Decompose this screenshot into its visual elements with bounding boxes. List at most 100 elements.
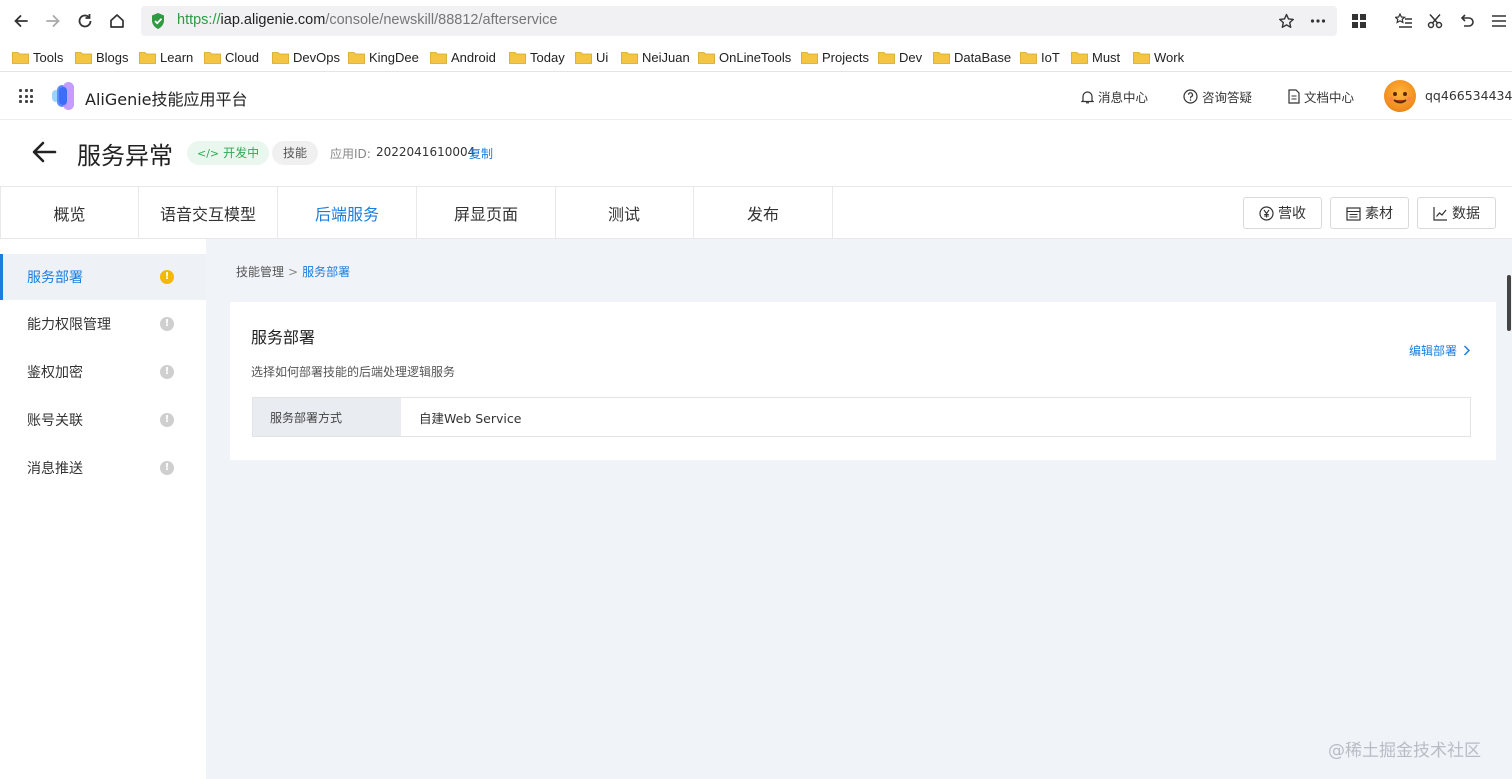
bookmark-item[interactable]: Ui (575, 48, 608, 66)
sidebar-item-label: 消息推送 (27, 461, 83, 477)
folder-icon (75, 51, 92, 64)
edit-deploy-link[interactable]: 编辑部署 (1409, 342, 1471, 359)
sidebar-item-push[interactable]: 消息推送 ! (0, 445, 206, 491)
reload-icon[interactable] (74, 10, 96, 32)
bookmark-label: Must (1092, 49, 1121, 65)
card-description: 选择如何部署技能的后端处理逻辑服务 (251, 365, 456, 379)
sidebar-item-service-deploy[interactable]: 服务部署 ! (0, 254, 206, 300)
deploy-method-value: 自建Web Service (419, 410, 522, 426)
app-title[interactable]: AliGenie技能应用平台 (85, 86, 248, 110)
bookmark-item[interactable]: KingDee (348, 48, 419, 66)
status-badge-label: 开发中 (223, 146, 260, 160)
folder-icon (575, 51, 592, 64)
sidebar-item-auth-encryption[interactable]: 鉴权加密 ! (0, 349, 206, 395)
main-content: 技能管理 > 服务部署 服务部署 选择如何部署技能的后端处理逻辑服务 编辑部署 … (206, 239, 1512, 779)
revenue-button[interactable]: 营收 (1243, 197, 1322, 229)
tab-screen-pages[interactable]: 屏显页面 (417, 187, 556, 239)
arrow-left-icon[interactable] (30, 138, 58, 166)
folder-icon (878, 51, 895, 64)
tab-backend-service[interactable]: 后端服务 (278, 187, 417, 239)
forward-icon[interactable] (42, 10, 64, 32)
help-link[interactable]: 咨询答疑 (1183, 87, 1252, 106)
page-title: 服务异常 (77, 142, 173, 170)
bookmark-label: Dev (899, 49, 923, 65)
browser-toolbar: https://iap.aligenie.com/console/newskil… (0, 0, 1512, 42)
bookmark-item[interactable]: NeiJuan (621, 48, 690, 66)
star-icon[interactable] (1275, 10, 1297, 32)
bookmark-item[interactable]: Dev (878, 48, 922, 66)
tab-test[interactable]: 测试 (555, 187, 694, 239)
sidebar-item-permissions[interactable]: 能力权限管理 ! (0, 301, 206, 347)
copy-link[interactable]: 复制 (469, 145, 493, 162)
data-button[interactable]: 数据 (1417, 197, 1496, 229)
sidebar-item-account-linking[interactable]: 账号关联 ! (0, 397, 206, 443)
tab-voice-model[interactable]: 语音交互模型 (139, 187, 278, 239)
materials-button[interactable]: 素材 (1330, 197, 1409, 229)
tab-bar: 概览 语音交互模型 后端服务 屏显页面 测试 发布 营收 素材 数据 (0, 186, 1512, 239)
bookmark-item[interactable]: Must (1071, 48, 1120, 66)
bookmark-label: Today (530, 49, 565, 65)
info-icon: ! (160, 317, 174, 331)
bookmark-label: KingDee (369, 49, 419, 65)
app-switcher-icon[interactable] (19, 89, 33, 103)
docs-link[interactable]: 文档中心 (1288, 87, 1354, 106)
bookmark-item[interactable]: DevOps (272, 48, 340, 66)
undo-icon[interactable] (1456, 10, 1478, 32)
bookmark-item[interactable]: Work (1133, 48, 1184, 66)
favorites-list-icon[interactable] (1393, 10, 1415, 32)
app-id-value: 2022041610004 (376, 145, 476, 159)
question-circle-icon (1183, 89, 1198, 104)
app-id-label: 应用ID: (330, 147, 371, 161)
apps-grid-icon[interactable] (1348, 10, 1370, 32)
bell-icon (1081, 90, 1094, 103)
folder-icon (1071, 51, 1088, 64)
folder-icon (801, 51, 818, 64)
help-label: 咨询答疑 (1202, 90, 1253, 105)
address-bar[interactable]: https://iap.aligenie.com/console/newskil… (141, 6, 1337, 36)
back-icon[interactable] (10, 10, 32, 32)
code-icon: </> (197, 147, 220, 160)
bookmark-item[interactable]: DataBase (933, 48, 1011, 66)
deploy-method-label: 服务部署方式 (253, 398, 401, 436)
username[interactable]: qq466534434 (1425, 88, 1512, 103)
folder-icon (698, 51, 715, 64)
breadcrumb-current: 服务部署 (302, 265, 351, 279)
sidebar-item-label: 账号关联 (27, 413, 83, 429)
avatar[interactable] (1384, 80, 1416, 112)
folder-icon (509, 51, 526, 64)
bookmark-item[interactable]: Android (430, 48, 496, 66)
folder-icon (621, 51, 638, 64)
menu-icon[interactable] (1488, 10, 1510, 32)
status-badge: </> 开发中 (187, 141, 270, 165)
bookmark-item[interactable]: Tools (12, 48, 63, 66)
bookmark-label: Learn (160, 49, 194, 65)
bookmark-label: Projects (822, 49, 869, 65)
more-icon[interactable] (1307, 10, 1329, 32)
revenue-label: 营收 (1278, 206, 1306, 222)
sidebar-item-label: 鉴权加密 (27, 365, 83, 381)
type-badge: 技能 (272, 141, 319, 165)
sidebar-item-label: 能力权限管理 (27, 317, 111, 333)
bookmark-label: NeiJuan (642, 49, 690, 65)
bookmark-item[interactable]: Projects (801, 48, 869, 66)
bookmark-item[interactable]: Learn (139, 48, 193, 66)
sidebar: 服务部署 ! 能力权限管理 ! 鉴权加密 ! 账号关联 ! 消息推送 ! (0, 239, 206, 779)
info-icon: ! (160, 365, 174, 379)
bookmark-item[interactable]: Blogs (75, 48, 129, 66)
document-icon (1288, 89, 1300, 104)
scrollbar[interactable] (1507, 275, 1511, 331)
scissors-icon[interactable] (1424, 10, 1446, 32)
aligenie-logo[interactable] (50, 81, 76, 111)
deploy-card: 服务部署 选择如何部署技能的后端处理逻辑服务 编辑部署 服务部署方式 自建Web… (230, 302, 1496, 460)
bookmark-item[interactable]: Cloud (204, 48, 259, 66)
bookmark-item[interactable]: IoT (1020, 48, 1060, 66)
bookmark-label: Tools (33, 49, 64, 65)
tab-publish[interactable]: 发布 (694, 187, 833, 239)
tab-overview[interactable]: 概览 (0, 187, 139, 239)
bookmark-item[interactable]: OnLineTools (698, 48, 791, 66)
breadcrumb-parent[interactable]: 技能管理 (236, 263, 284, 280)
messages-link[interactable]: 消息中心 (1081, 87, 1148, 106)
home-icon[interactable] (106, 10, 128, 32)
deploy-method-row: 服务部署方式 自建Web Service (252, 397, 1471, 437)
bookmark-item[interactable]: Today (509, 48, 565, 66)
